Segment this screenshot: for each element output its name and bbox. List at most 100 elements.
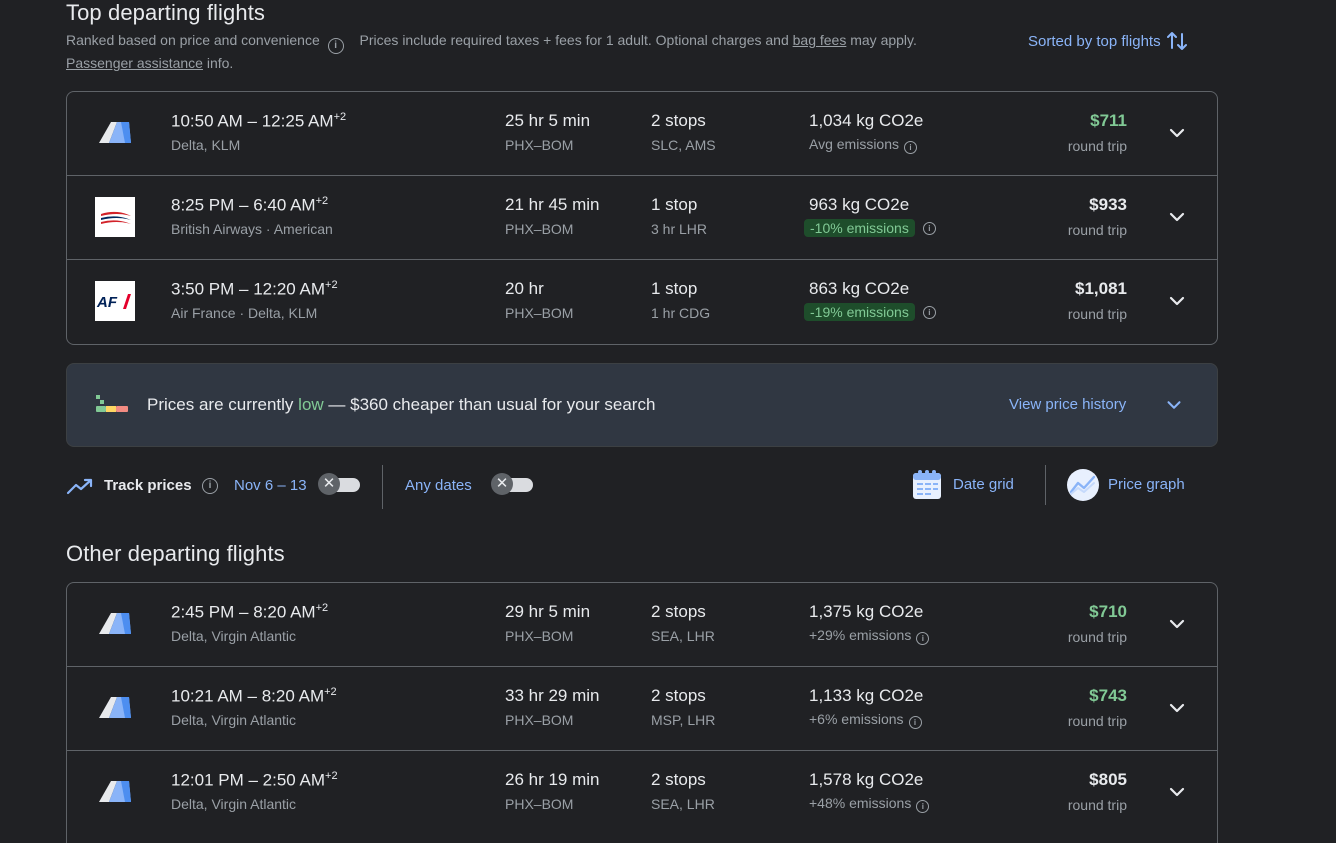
- stops-detail: SEA, LHR: [651, 628, 715, 644]
- emissions-label: +29% emissions: [809, 627, 912, 643]
- stops-count: 2 stops: [651, 686, 706, 705]
- flight-price: $1,081: [1075, 279, 1127, 298]
- price-level-icon: [96, 395, 128, 412]
- info-icon[interactable]: i: [916, 632, 930, 645]
- track-prices-label: Track prices: [104, 477, 192, 494]
- any-dates-label[interactable]: Any dates: [405, 477, 472, 494]
- co2-amount: 1,375 kg CO2e: [809, 602, 924, 621]
- co2-amount: 963 kg CO2e: [809, 195, 910, 214]
- chevron-down-icon[interactable]: [1165, 121, 1189, 145]
- delta-logo-icon: [95, 772, 135, 812]
- trip-type: round trip: [1067, 138, 1127, 154]
- info-icon[interactable]: i: [904, 141, 918, 154]
- tools-row: Track prices i Nov 6 – 13 ✕ Any dates ✕ …: [66, 463, 1216, 509]
- info-icon[interactable]: i: [922, 221, 936, 235]
- chevron-down-icon[interactable]: [1165, 289, 1189, 313]
- insight-suffix: — $360 cheaper than usual for your searc…: [328, 395, 656, 414]
- emissions-label: +6% emissions: [809, 711, 904, 727]
- info-icon[interactable]: i: [922, 305, 936, 319]
- flight-price: $711: [1090, 111, 1127, 130]
- stops-count: 1 stop: [651, 195, 698, 214]
- day-offset: +2: [325, 279, 338, 291]
- other-flights-list: 2:45 PM – 8:20 AM+2 Delta, Virgin Atlanti…: [66, 582, 1218, 843]
- stops-detail: SLC, AMS: [651, 137, 716, 153]
- sort-button[interactable]: Sorted by top flights: [1028, 30, 1187, 52]
- trip-type: round trip: [1067, 222, 1127, 238]
- co2-amount: 863 kg CO2e: [809, 279, 910, 298]
- times-label: 10:21 AM – 8:20 AM: [171, 686, 325, 706]
- divider: [382, 465, 383, 509]
- chevron-down-icon[interactable]: [1165, 780, 1189, 804]
- stops-detail: 1 hr CDG: [651, 305, 711, 321]
- chevron-down-icon[interactable]: [1165, 612, 1189, 636]
- chevron-down-icon[interactable]: [1163, 394, 1185, 416]
- date-grid-button[interactable]: Date grid: [910, 467, 1030, 505]
- flight-route: PHX–BOM: [505, 305, 574, 321]
- track-dates-label[interactable]: Nov 6 – 13: [234, 477, 307, 494]
- day-offset: +2: [315, 602, 329, 614]
- sort-arrows-icon: [1166, 32, 1187, 50]
- stops-count: 1 stop: [651, 279, 698, 298]
- flight-row[interactable]: 10:50 AM – 12:25 AM+2 Delta, KLM 25 hr 5 m…: [67, 92, 1217, 175]
- trip-type: round trip: [1067, 629, 1127, 645]
- top-flights-list: 10:50 AM – 12:25 AM+2 Delta, KLM 25 hr 5 m…: [66, 91, 1218, 345]
- chevron-down-icon[interactable]: [1165, 696, 1189, 720]
- flight-route: PHX–BOM: [505, 796, 574, 812]
- flight-duration: 25 hr 5 min: [505, 111, 591, 130]
- price-insight-text: Prices are currently low — $360 cheaper …: [147, 395, 655, 415]
- emissions-info: Avg emissions i: [809, 136, 918, 154]
- divider: [1045, 465, 1046, 505]
- emissions-label: +48% emissions: [809, 795, 912, 811]
- any-dates-toggle[interactable]: ✕: [491, 473, 533, 495]
- flight-row[interactable]: 2:45 PM – 8:20 AM+2 Delta, Virgin Atlanti…: [67, 583, 1217, 666]
- view-price-history-label: View price history: [1009, 396, 1127, 413]
- airline-names: Delta, KLM: [171, 137, 241, 153]
- bag-fees-link[interactable]: bag fees: [793, 32, 847, 48]
- price-level-label: low: [298, 395, 324, 414]
- info-icon[interactable]: i: [202, 478, 218, 494]
- info-icon[interactable]: i: [908, 716, 922, 729]
- price-insight-banner: Prices are currently low — $360 cheaper …: [66, 363, 1218, 447]
- svg-text:AF: AF: [96, 294, 118, 311]
- trip-type: round trip: [1067, 306, 1127, 322]
- co2-amount: 1,578 kg CO2e: [809, 770, 924, 789]
- top-flights-title: Top departing flights: [66, 0, 266, 25]
- passenger-assistance-line: Passenger assistance info.: [66, 55, 233, 71]
- view-price-history-button[interactable]: View price history: [1009, 396, 1126, 413]
- emissions-badge: -19% emissions i: [804, 303, 936, 321]
- flight-row[interactable]: 10:21 AM – 8:20 AM+2 Delta, Virgin Atlant…: [67, 666, 1217, 750]
- emissions-info: +48% emissions i: [809, 795, 930, 813]
- ranked-text: Ranked based on price and convenience: [66, 32, 320, 48]
- chevron-down-icon[interactable]: [1165, 205, 1189, 229]
- passenger-assistance-link[interactable]: Passenger assistance: [66, 55, 203, 71]
- trip-type: round trip: [1067, 797, 1127, 813]
- flight-row[interactable]: 12:01 PM – 2:50 AM+2 Delta, Virgin Atlant…: [67, 750, 1217, 834]
- day-offset: +2: [324, 686, 337, 698]
- sort-label: Sorted by top flights: [1028, 32, 1161, 50]
- stops-detail: MSP, LHR: [651, 712, 716, 728]
- flight-row[interactable]: AF 3:50 PM – 12:20 AM+2 Air France · Delta…: [67, 259, 1217, 343]
- stops-count: 2 stops: [651, 770, 706, 789]
- flight-row[interactable]: 8:25 PM – 6:40 AM+2 British Airways · Ame…: [67, 175, 1217, 259]
- flight-route: PHX–BOM: [505, 221, 574, 237]
- track-dates-toggle[interactable]: ✕: [318, 473, 360, 495]
- info-icon[interactable]: i: [916, 800, 930, 813]
- flight-route: PHX–BOM: [505, 712, 574, 728]
- flight-times: 2:45 PM – 8:20 AM+2: [171, 602, 328, 623]
- price-graph-button[interactable]: Price graph: [1064, 467, 1214, 505]
- co2-amount: 1,034 kg CO2e: [809, 111, 924, 130]
- flight-times: 3:50 PM – 12:20 AM+2: [171, 279, 338, 300]
- airline-names: Delta, Virgin Atlantic: [171, 796, 297, 812]
- close-icon: ✕: [318, 473, 340, 495]
- emissions-info: +6% emissions i: [809, 711, 922, 729]
- flight-times: 10:50 AM – 12:25 AM+2: [171, 111, 346, 132]
- airline-names: Delta, Virgin Atlantic: [171, 628, 297, 644]
- top-flights-subtitle: Ranked based on price and convenience i …: [66, 32, 917, 54]
- flight-duration: 33 hr 29 min: [505, 686, 600, 705]
- flight-price: $743: [1089, 686, 1127, 705]
- insight-prefix: Prices are currently: [147, 395, 294, 414]
- close-icon: ✕: [491, 473, 513, 495]
- info-icon[interactable]: i: [327, 38, 344, 54]
- flight-price: $710: [1089, 602, 1127, 621]
- delta-logo-icon: [95, 604, 135, 644]
